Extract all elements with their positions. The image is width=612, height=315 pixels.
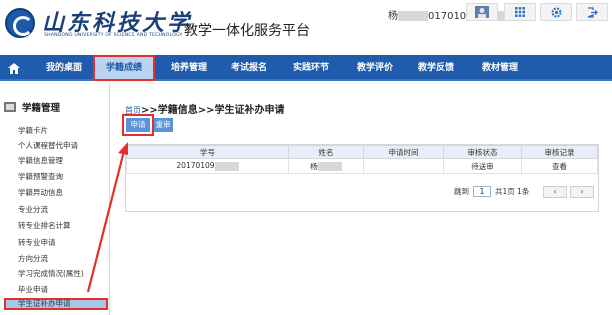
- view-record-link[interactable]: 查看: [521, 158, 598, 174]
- folder-icon: [4, 102, 16, 112]
- sidebar-item-transfer-ranking[interactable]: 转专业排名计算: [18, 220, 71, 231]
- nav-item-academic-records[interactable]: 学籍成绩: [93, 55, 155, 81]
- sidebar-header[interactable]: 学籍管理: [4, 100, 60, 114]
- prev-page-button[interactable]: ‹: [543, 186, 567, 198]
- cell-apply-time: [363, 158, 444, 174]
- student-id-value: 20170109: [176, 161, 215, 171]
- nav-home-button[interactable]: [0, 55, 28, 81]
- user-profile-button[interactable]: [466, 3, 498, 21]
- column-header-name: 姓名: [288, 145, 364, 159]
- exit-icon: [587, 6, 598, 18]
- nav-item-teaching-feedback[interactable]: 教学反馈: [410, 55, 462, 81]
- apps-button[interactable]: [504, 3, 536, 21]
- sidebar-title: 学籍管理: [22, 103, 61, 114]
- logout-button[interactable]: [576, 3, 608, 21]
- user-name: 杨: [388, 11, 398, 22]
- header: 山东科技大学 SHANDONG UNIVERSITY OF SCIENCE AN…: [0, 0, 612, 48]
- grid-icon: [515, 7, 525, 17]
- table-row: 20170109 杨 待送审 查看: [126, 158, 598, 174]
- student-name-value: 杨: [310, 161, 318, 171]
- sidebar-item-transfer-application[interactable]: 转专业申请: [18, 237, 56, 248]
- university-logo-icon: [5, 8, 35, 38]
- column-header-review-status: 审核状态: [443, 145, 522, 159]
- nav-item-training[interactable]: 培养管理: [163, 55, 215, 81]
- breadcrumb-path: >>学籍信息>>学生证补办申请: [141, 105, 285, 116]
- nav-item-my-desktop[interactable]: 我的桌面: [38, 55, 90, 81]
- sidebar-item-graduation-application[interactable]: 毕业申请: [18, 284, 48, 295]
- university-name-english: SHANDONG UNIVERSITY OF SCIENCE AND TECHN…: [44, 33, 183, 38]
- page-summary: 共1页 1条: [495, 187, 530, 196]
- nav-item-practice[interactable]: 实践环节: [285, 55, 337, 81]
- sidebar-item-status-change[interactable]: 学籍异动信息: [18, 187, 63, 198]
- sidebar-item-student-card[interactable]: 学籍卡片: [18, 125, 48, 136]
- column-header-student-id: 学号: [126, 145, 289, 159]
- main-nav: 我的桌面 学籍成绩 培养管理 考试报名 实践环节 教学评价 教学反馈 教材管理: [0, 55, 612, 81]
- cell-review-status: 待送审: [443, 158, 522, 174]
- sidebar-item-student-id-reissue[interactable]: 学生证补办申请: [4, 298, 108, 310]
- user-icon: [475, 6, 489, 18]
- redacted-name: [398, 11, 428, 21]
- sidebar-item-direction-diversion[interactable]: 方向分流: [18, 253, 48, 264]
- nav-item-exam-registration[interactable]: 考试报名: [223, 55, 275, 81]
- home-icon: [8, 62, 20, 74]
- sidebar-item-course-substitution[interactable]: 个人课程替代申请: [18, 140, 78, 151]
- cell-student-id: 20170109: [126, 158, 289, 174]
- nav-item-textbook-management[interactable]: 教材管理: [474, 55, 526, 81]
- redacted-name: [317, 162, 342, 171]
- nav-item-teaching-evaluation[interactable]: 教学评价: [349, 55, 401, 81]
- column-header-apply-time: 申请时间: [363, 145, 444, 159]
- applications-panel: 学号 姓名 申请时间 审核状态 审核记录 20170109 杨 待送审 查看: [125, 144, 599, 212]
- sidebar: 学籍管理 学籍卡片 个人课程替代申请 学籍信息管理 学籍预警查询 学籍异动信息 …: [0, 83, 110, 315]
- platform-title: 教学一体化服务平台: [184, 23, 310, 39]
- cell-name: 杨: [288, 158, 364, 174]
- sidebar-item-warning-query[interactable]: 学籍预警查询: [18, 171, 63, 182]
- sidebar-item-major-diversion[interactable]: 专业分流: [18, 204, 48, 215]
- highlight-box-apply: [122, 114, 154, 136]
- column-header-review-record: 审核记录: [521, 145, 598, 159]
- goto-label: 跳到: [454, 187, 469, 196]
- sidebar-item-status-info[interactable]: 学籍信息管理: [18, 155, 63, 166]
- gear-icon: [551, 7, 561, 17]
- pagination: 跳到 1 共1页 1条: [454, 186, 529, 197]
- review-button[interactable]: 重审: [153, 118, 173, 132]
- page-number-input[interactable]: 1: [473, 186, 491, 197]
- applications-table: 学号 姓名 申请时间 审核状态 审核记录 20170109 杨 待送审 查看: [126, 145, 598, 174]
- sidebar-item-completion-status[interactable]: 学习完成情况(属性): [18, 268, 84, 279]
- settings-button[interactable]: [540, 3, 572, 21]
- redacted-id: [214, 161, 239, 171]
- next-page-button[interactable]: ›: [570, 186, 594, 198]
